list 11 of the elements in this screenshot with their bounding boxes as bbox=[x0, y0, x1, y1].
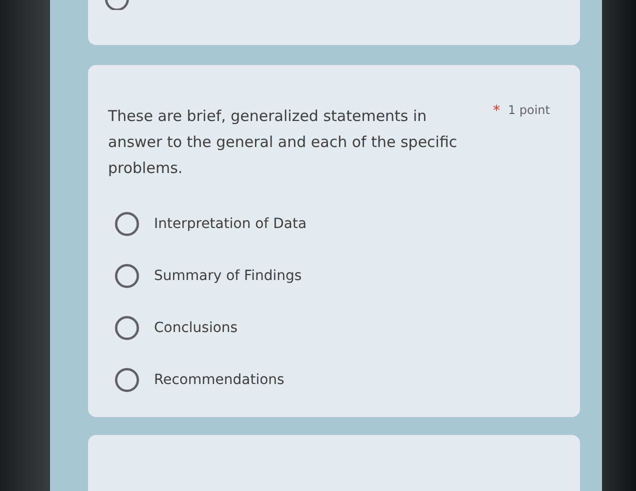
points-label: 1 point bbox=[508, 103, 550, 120]
option-label[interactable]: Conclusions bbox=[154, 320, 238, 336]
option-label[interactable]: Recommendations bbox=[154, 372, 284, 388]
radio-button[interactable] bbox=[114, 211, 140, 238]
radio-button[interactable] bbox=[114, 315, 140, 342]
option-label[interactable]: Interpretation of Data bbox=[154, 216, 307, 232]
question-text: These are brief, generalized statements in answer to the general and each of the specific problems. bbox=[108, 106, 458, 180]
option-label[interactable]: Summary of Findings bbox=[154, 268, 302, 284]
radio-button[interactable] bbox=[114, 263, 140, 290]
radio-button[interactable] bbox=[114, 367, 140, 394]
required-mark: * bbox=[492, 103, 500, 120]
